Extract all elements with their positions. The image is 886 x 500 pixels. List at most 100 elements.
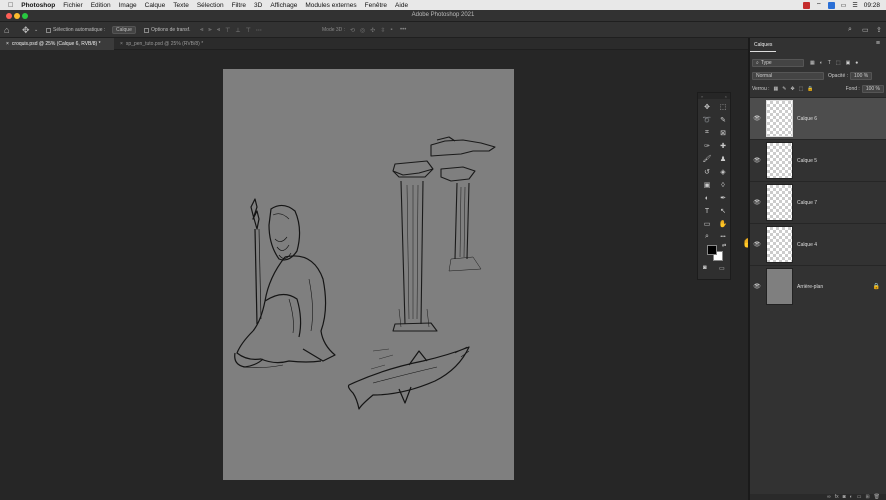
transform-checkbox-box[interactable]: [144, 27, 149, 33]
layer-row-calque-4[interactable]: 👁 Calque 4: [750, 223, 886, 265]
menu-3d[interactable]: 3D: [254, 2, 262, 9]
dodge-tool-icon[interactable]: ◐: [699, 192, 715, 204]
blend-mode-dropdown[interactable]: Normal: [752, 72, 824, 80]
lock-artboard-icon[interactable]: ⬚: [799, 86, 804, 92]
visibility-eye-icon[interactable]: 👁: [750, 283, 764, 290]
eraser-tool-icon[interactable]: ◈: [715, 166, 731, 178]
menu-fichier[interactable]: Fichier: [63, 2, 83, 9]
lock-transparency-icon[interactable]: ▦: [774, 86, 779, 92]
filter-adjust-icon[interactable]: ◐: [820, 60, 823, 66]
filter-smart-icon[interactable]: ▣: [846, 60, 851, 66]
quick-mask-icon[interactable]: ◙: [703, 265, 707, 271]
align-bottom-icon[interactable]: ⊤: [246, 27, 251, 34]
pen-tool-icon[interactable]: ✒: [715, 192, 731, 204]
swap-colors-icon[interactable]: ⇄: [722, 243, 726, 249]
new-layer-icon[interactable]: ⊞: [865, 494, 869, 500]
search-icon[interactable]: ⌕: [848, 25, 852, 35]
home-icon[interactable]: ⌂: [4, 25, 9, 35]
lock-all-icon[interactable]: 🔒: [807, 86, 813, 92]
lasso-tool-icon[interactable]: ➰: [699, 114, 715, 126]
more-options-icon[interactable]: •••: [400, 25, 406, 35]
orbit-3d-icon[interactable]: ⟲: [350, 27, 355, 34]
more-tools-icon[interactable]: •••: [715, 231, 731, 243]
fill-field[interactable]: 100 %: [861, 85, 884, 93]
move-tool-icon[interactable]: ✥: [699, 101, 715, 113]
shape-tool-icon[interactable]: ▭: [699, 218, 715, 230]
tab-close-icon[interactable]: ×: [120, 41, 123, 47]
slide-3d-icon[interactable]: ⇳: [380, 27, 385, 34]
stamp-tool-icon[interactable]: ♟: [715, 153, 731, 165]
screen-mode-icon[interactable]: ▭: [719, 265, 725, 272]
canvas-workspace[interactable]: » × ✥⬚➰✎⌗⊠✑✚🖌♟↺◈▣◊◐✒T↖▭✋⌕••• ⇄ ◙ ▭ ✋: [0, 50, 753, 500]
menu-edition[interactable]: Edition: [91, 2, 111, 9]
filter-pixel-icon[interactable]: ▦: [810, 60, 815, 66]
move-tool-icon[interactable]: ✥: [22, 25, 30, 35]
align-center-icon[interactable]: ⫸: [208, 27, 211, 34]
share-icon[interactable]: ⇪: [876, 25, 882, 35]
layer-row-arriere-plan[interactable]: 👁 Arrière-plan 🔒: [750, 265, 886, 307]
layer-row-calque-6[interactable]: 👁 Calque 6: [750, 97, 886, 139]
menu-app-name[interactable]: Photoshop: [21, 2, 55, 9]
type-tool-icon[interactable]: T: [699, 205, 715, 217]
frame-tool-icon[interactable]: ⊠: [715, 127, 731, 139]
tab-sp-pen-tuto[interactable]: × sp_pen_tuto.psd @ 25% (RVB/8) *: [114, 38, 224, 50]
layer-filter-dropdown[interactable]: ⌕ Type: [752, 59, 804, 67]
eyedropper-tool-icon[interactable]: ✑: [699, 140, 715, 152]
blur-tool-icon[interactable]: ◊: [715, 179, 731, 191]
delete-layer-icon[interactable]: 🗑: [874, 494, 880, 500]
scale-3d-icon[interactable]: ▪: [390, 27, 392, 33]
new-group-icon[interactable]: ▭: [857, 494, 862, 500]
document-canvas[interactable]: [223, 69, 514, 480]
filter-shape-icon[interactable]: ⬚: [836, 60, 841, 66]
add-mask-icon[interactable]: ◙: [843, 494, 846, 500]
visibility-eye-icon[interactable]: 👁: [750, 115, 764, 122]
gradient-tool-icon[interactable]: ▣: [699, 179, 715, 191]
align-middle-icon[interactable]: ⊥: [235, 27, 240, 34]
menu-texte[interactable]: Texte: [173, 2, 189, 9]
visibility-eye-icon[interactable]: 👁: [750, 157, 764, 164]
auto-select-checkbox[interactable]: Sélection automatique :: [46, 25, 105, 35]
hand-tool-icon[interactable]: ✋: [715, 218, 731, 230]
menu-affichage[interactable]: Affichage: [270, 2, 297, 9]
tab-close-icon[interactable]: ×: [6, 41, 9, 47]
filter-type-icon[interactable]: T: [828, 60, 831, 66]
brush-tool-icon[interactable]: 🖌: [699, 153, 715, 165]
align-right-icon[interactable]: ⫷: [217, 27, 220, 34]
lock-paint-icon[interactable]: ✎: [782, 86, 786, 92]
close-panel-icon[interactable]: ×: [725, 94, 727, 99]
layer-row-calque-7[interactable]: 👁 Calque 7: [750, 181, 886, 223]
path-select-tool-icon[interactable]: ↖: [715, 205, 731, 217]
menu-filtre[interactable]: Filtre: [232, 2, 246, 9]
menu-calque[interactable]: Calque: [145, 2, 166, 9]
pan-3d-icon[interactable]: ✣: [370, 27, 375, 34]
menu-modules-externes[interactable]: Modules externes: [305, 2, 356, 9]
visibility-eye-icon[interactable]: 👁: [750, 199, 764, 206]
menu-fenetre[interactable]: Fenêtre: [365, 2, 387, 9]
healing-tool-icon[interactable]: ✚: [715, 140, 731, 152]
menu-selection[interactable]: Sélection: [197, 2, 224, 9]
crop-tool-icon[interactable]: ⌗: [699, 127, 715, 139]
opacity-field[interactable]: 100 %: [850, 72, 873, 80]
tab-croquis[interactable]: × croquis.psd @ 25% (Calque 6, RVB/8) *: [0, 38, 114, 50]
panel-menu-icon[interactable]: ≡: [876, 40, 880, 47]
adjustment-layer-icon[interactable]: ◐: [850, 494, 853, 500]
battery-icon[interactable]: ▭: [841, 2, 847, 9]
roll-3d-icon[interactable]: ◎: [360, 27, 365, 34]
marquee-tool-icon[interactable]: ⬚: [715, 101, 731, 113]
collapse-panel-icon[interactable]: »: [701, 94, 703, 99]
menu-aide[interactable]: Aide: [395, 2, 408, 9]
language-flag-icon[interactable]: [827, 1, 835, 9]
wifi-icon[interactable]: ⌔: [816, 1, 822, 9]
status-app-icon[interactable]: [803, 1, 811, 9]
auto-select-dropdown[interactable]: Calque: [112, 25, 136, 35]
transform-controls-checkbox[interactable]: Options de transf.: [144, 25, 190, 35]
link-layers-icon[interactable]: ∞: [827, 494, 831, 500]
layer-row-calque-5[interactable]: 👁 Calque 5: [750, 139, 886, 181]
zoom-tool-icon[interactable]: ⌕: [699, 231, 715, 243]
menu-image[interactable]: Image: [119, 2, 137, 9]
align-left-icon[interactable]: ⫷: [200, 27, 203, 34]
workspace-icon[interactable]: ▭: [862, 25, 869, 35]
control-center-icon[interactable]: ☰: [852, 2, 857, 9]
history-brush-icon[interactable]: ↺: [699, 166, 715, 178]
lock-position-icon[interactable]: ✥: [790, 86, 794, 92]
